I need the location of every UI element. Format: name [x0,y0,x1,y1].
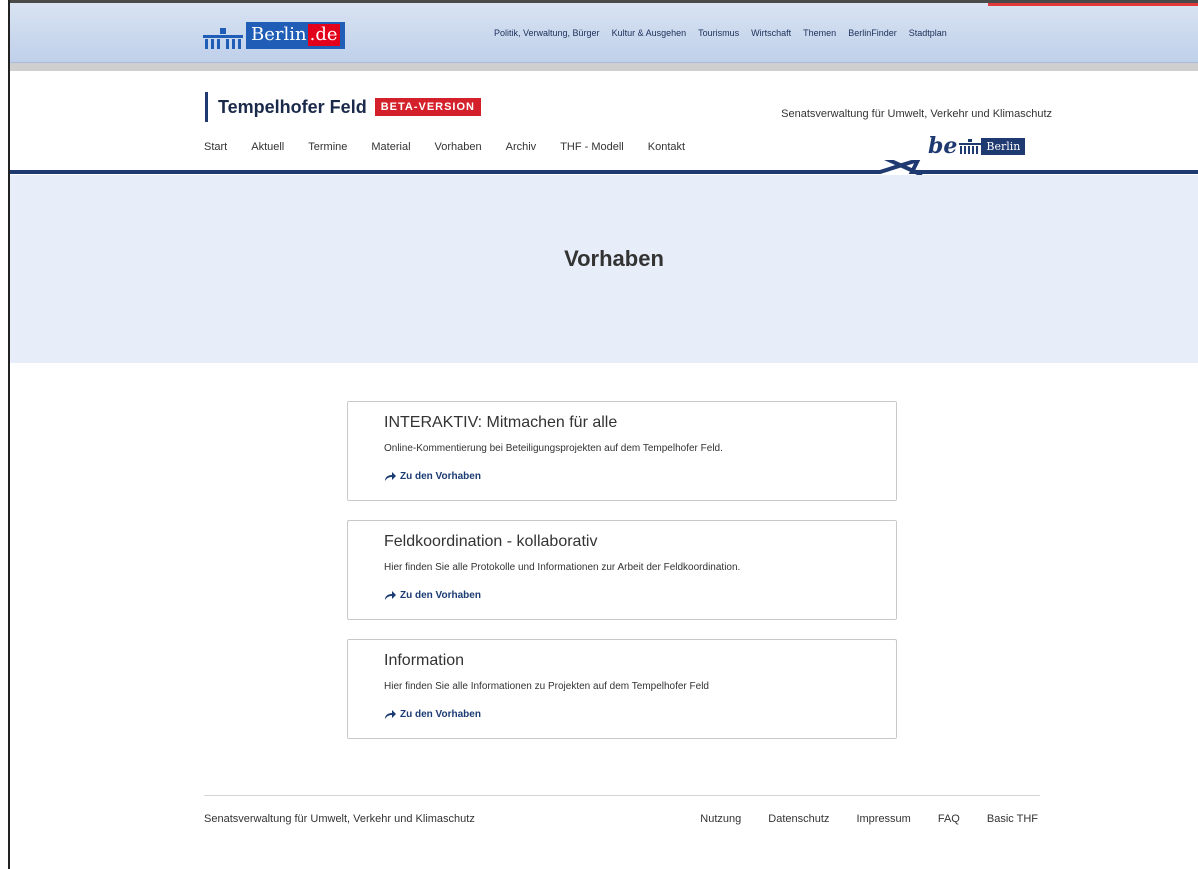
share-arrow-icon [385,471,396,481]
card-link[interactable]: Zu den Vorhaben [384,709,896,720]
footer-link-basic-thf[interactable]: Basic THF [987,813,1038,825]
card-link-label[interactable]: Zu den Vorhaben [400,471,481,482]
footer-links: Nutzung Datenschutz Impressum FAQ Basic … [673,813,1038,825]
project-card: Information Hier finden Sie alle Informa… [347,639,897,739]
footer-link-faq[interactable]: FAQ [938,813,960,825]
footer-divider [204,795,1040,796]
header-divider-strip [10,63,1198,71]
portal-nav-item[interactable]: Kultur & Ausgehen [612,28,687,38]
page-title: Vorhaben [564,246,664,271]
portal-nav-item[interactable]: Themen [803,28,836,38]
nav-item-kontakt[interactable]: Kontakt [648,141,685,153]
footer-link-impressum[interactable]: Impressum [856,813,910,825]
title-accent-bar [205,92,208,122]
card-title: Feldkoordination - kollaborativ [384,533,598,550]
site-nav: Start Aktuell Termine Material Vorhaben … [204,141,709,153]
nav-item-material[interactable]: Material [371,141,410,153]
card-title: Information [384,652,465,669]
nav-item-aktuell[interactable]: Aktuell [251,141,284,153]
card-title: INTERAKTIV: Mitmachen für alle [384,414,618,431]
nav-item-vorhaben[interactable]: Vorhaben [435,141,482,153]
logo-tld: .de [307,24,340,46]
berlin-de-wordmark: Berlin .de [246,22,345,49]
brandenburg-gate-icon [959,139,982,154]
hero-banner: Vorhaben [10,175,1198,363]
portal-nav-item[interactable]: Tourismus [698,28,739,38]
beta-badge: BETA-VERSION [374,98,481,116]
card-link[interactable]: Zu den Vorhaben [384,471,896,482]
be-berlin-box: Berlin [981,137,1026,155]
card-description: Online-Kommentierung bei Beteiligungspro… [384,443,723,454]
portal-accent-line [988,3,1198,6]
nav-item-termine[interactable]: Termine [308,141,347,153]
card-link[interactable]: Zu den Vorhaben [384,590,896,601]
brandenburg-gate-icon [203,28,243,49]
be-text: be [928,133,958,159]
portal-nav-item[interactable]: BerlinFinder [848,28,897,38]
nav-item-thf-modell[interactable]: THF - Modell [560,141,624,153]
portal-bar: Berlin .de Politik, Verwaltung, Bürger Ku… [10,3,1198,63]
berlin-de-logo[interactable]: Berlin .de [202,19,345,49]
share-arrow-icon [385,590,396,600]
footer-link-nutzung[interactable]: Nutzung [700,813,741,825]
footer-link-datenschutz[interactable]: Datenschutz [768,813,829,825]
be-berlin-logo[interactable]: be Berlin [928,133,1026,159]
card-description: Hier finden Sie alle Protokolle und Info… [384,562,741,573]
card-link-label[interactable]: Zu den Vorhaben [400,709,481,720]
logo-text: Berlin [251,24,307,45]
window-frame-left [8,0,10,869]
project-card: INTERAKTIV: Mitmachen für alle Online-Ko… [347,401,897,501]
card-link-label[interactable]: Zu den Vorhaben [400,590,481,601]
share-arrow-icon [385,709,396,719]
card-description: Hier finden Sie alle Informationen zu Pr… [384,681,709,692]
nav-item-archiv[interactable]: Archiv [506,141,537,153]
portal-nav: Politik, Verwaltung, Bürger Kultur & Aus… [494,28,959,38]
site-title[interactable]: Tempelhofer Feld [218,97,367,118]
department-name[interactable]: Senatsverwaltung für Umwelt, Verkehr und… [781,108,1052,120]
nav-item-start[interactable]: Start [204,141,227,153]
site-title-block[interactable]: Tempelhofer Feld BETA-VERSION [205,92,481,122]
portal-nav-item[interactable]: Politik, Verwaltung, Bürger [494,28,600,38]
portal-nav-item[interactable]: Stadtplan [909,28,947,38]
project-card: Feldkoordination - kollaborativ Hier fin… [347,520,897,620]
portal-nav-item[interactable]: Wirtschaft [751,28,791,38]
footer-organization[interactable]: Senatsverwaltung für Umwelt, Verkehr und… [204,813,475,825]
